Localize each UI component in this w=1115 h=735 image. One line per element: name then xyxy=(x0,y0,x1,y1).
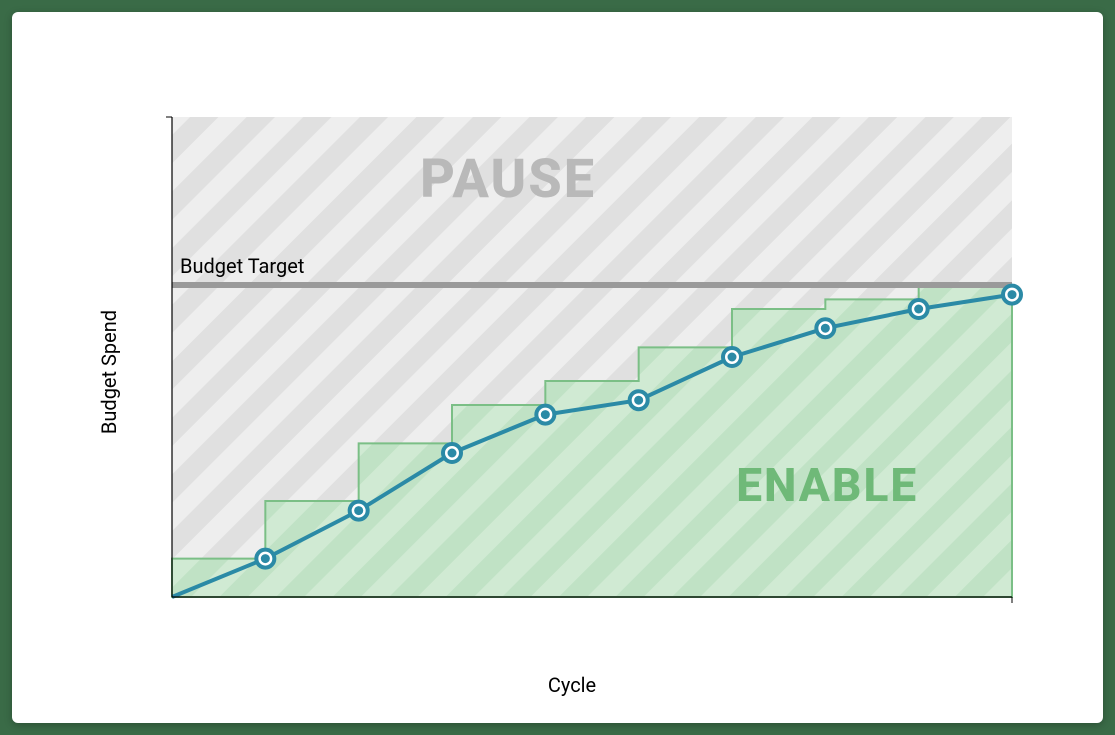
x-axis-label: Cycle xyxy=(548,673,596,697)
chart-container: Budget Spend Cycle PAUSEENABLEBudget Tar… xyxy=(102,92,1042,652)
chart-card: Budget Spend Cycle PAUSE ENABLE Budget Tar… xyxy=(12,12,1103,723)
enable-region-label: ENABLE xyxy=(736,459,918,513)
budget-chart: PAUSE ENABLE Budget Target xyxy=(102,92,1042,652)
budget-target-label: Budget Target xyxy=(180,254,304,278)
y-axis-label: Budget Spend xyxy=(97,310,121,434)
pause-region-label: PAUSE xyxy=(420,148,596,211)
